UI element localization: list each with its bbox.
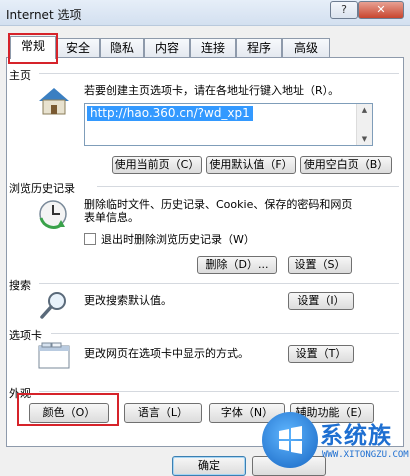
delete-on-exit-label: 退出时删除浏览历史记录（W）	[101, 233, 255, 246]
scroll-up-icon[interactable]: ▲	[357, 106, 372, 114]
house-icon	[39, 88, 69, 115]
languages-button[interactable]: 语言（L）	[124, 403, 202, 423]
divider	[39, 283, 399, 284]
history-settings-button[interactable]: 设置（S）	[288, 256, 352, 274]
tab-advanced[interactable]: 高级	[282, 38, 330, 58]
divider	[39, 391, 399, 392]
help-button[interactable]: ?	[330, 1, 358, 19]
search-description: 更改搜索默认值。	[84, 294, 172, 307]
search-section-label: 搜索	[9, 277, 35, 293]
home-url-textarea[interactable]: http://hao.360.cn/?wd_xp1 ▲ ▼	[84, 103, 373, 146]
general-panel: 主页 若要创建主页选项卡，请在各地址行键入地址（R）。 http://hao.3…	[6, 57, 404, 447]
window-title: Internet 选项	[6, 8, 82, 22]
divider	[39, 73, 399, 74]
history-description-line1: 删除临时文件、历史记录、Cookie、保存的密码和网页	[84, 198, 353, 211]
history-section-label: 浏览历史记录	[9, 180, 79, 196]
use-default-button[interactable]: 使用默认值（F）	[206, 156, 296, 174]
delete-on-exit-checkbox[interactable]	[84, 233, 96, 245]
clock-refresh-icon	[39, 200, 67, 229]
tabs-settings-button[interactable]: 设置（T）	[288, 345, 354, 363]
home-description: 若要创建主页选项卡，请在各地址行键入地址（R）。	[84, 84, 340, 97]
window-tabs-icon	[38, 342, 70, 369]
home-section-label: 主页	[9, 67, 35, 83]
tab-programs[interactable]: 程序	[236, 38, 282, 58]
title-bar: Internet 选项 ? ✕	[0, 0, 410, 26]
home-url-value: http://hao.360.cn/?wd_xp1	[87, 106, 253, 121]
watermark-subtitle: WWW.XITONGZU.COM	[322, 450, 409, 460]
delete-history-button[interactable]: 删除（D）...	[197, 256, 277, 274]
tabs-description: 更改网页在选项卡中显示的方式。	[84, 347, 249, 360]
history-description-line2: 表单信息。	[84, 211, 139, 224]
highlight-general-tab	[8, 33, 58, 64]
watermark-title: 系统族	[320, 423, 392, 449]
tabs-section-label: 选项卡	[9, 327, 46, 343]
watermark: 系统族 WWW.XITONGZU.COM	[258, 410, 409, 474]
tab-privacy[interactable]: 隐私	[100, 38, 144, 58]
tab-connections[interactable]: 连接	[190, 38, 236, 58]
highlight-colors-button	[17, 393, 119, 426]
scroll-down-icon[interactable]: ▼	[357, 135, 372, 143]
ok-button[interactable]: 确定	[172, 456, 246, 476]
divider	[97, 186, 399, 187]
tab-security[interactable]: 安全	[56, 38, 100, 58]
close-button[interactable]: ✕	[358, 1, 404, 19]
use-blank-button[interactable]: 使用空白页（B）	[300, 156, 392, 174]
use-current-button[interactable]: 使用当前页（C）	[112, 156, 202, 174]
divider	[51, 333, 399, 334]
textarea-scrollbar[interactable]: ▲ ▼	[356, 104, 372, 145]
tab-content[interactable]: 内容	[144, 38, 190, 58]
magnifier-icon	[40, 292, 66, 319]
search-settings-button[interactable]: 设置（I）	[288, 292, 354, 310]
windows-logo-icon	[262, 412, 318, 468]
